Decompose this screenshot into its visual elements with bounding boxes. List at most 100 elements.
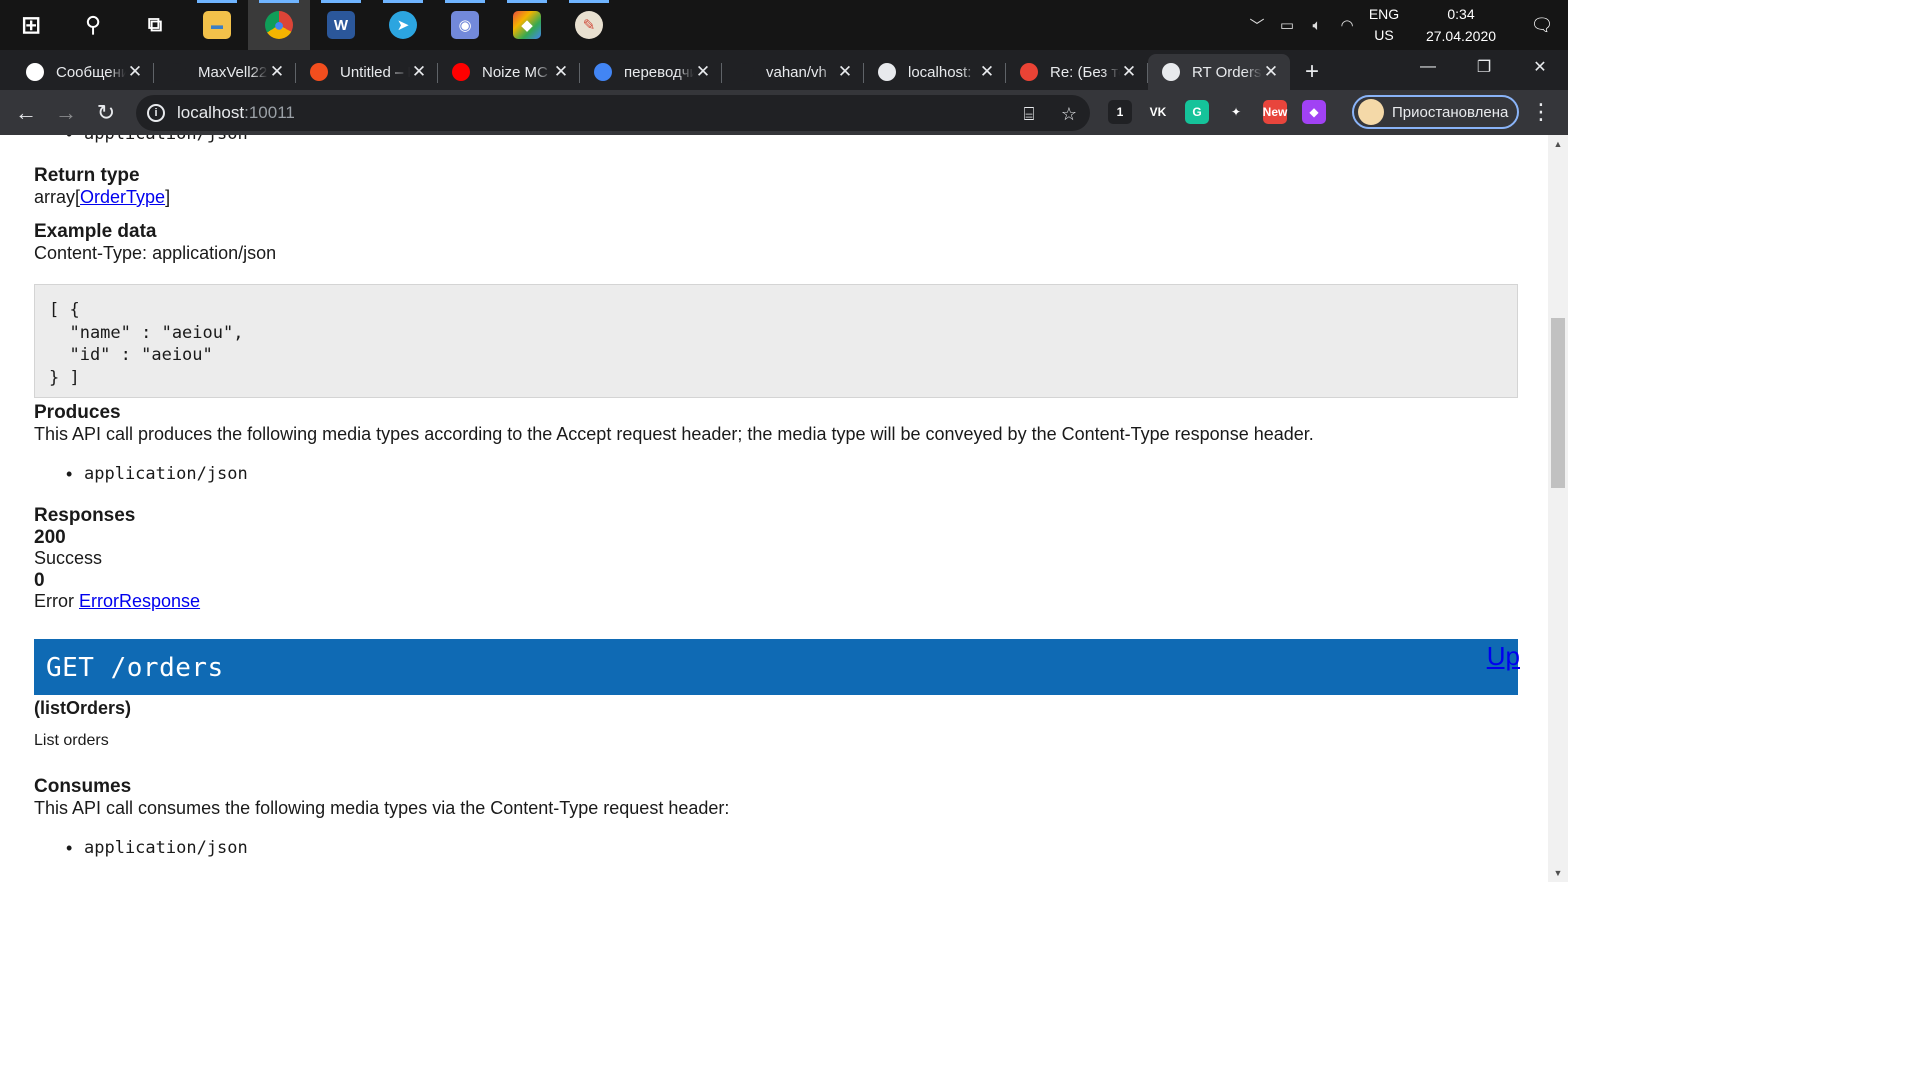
translate-icon[interactable]: ⌸ xyxy=(1018,103,1040,125)
browser-tab[interactable]: vahan/vh ✕ xyxy=(722,54,864,90)
taskbar-git[interactable]: ◆ xyxy=(496,0,558,50)
browser-tab[interactable]: переводчик✕ xyxy=(580,54,722,90)
favicon-icon xyxy=(26,63,44,81)
taskbar-search-button[interactable]: ⚲ xyxy=(62,0,124,50)
maximize-button[interactable]: ❐ xyxy=(1456,50,1512,84)
favicon-icon xyxy=(1020,63,1038,81)
responses-heading: Responses xyxy=(34,505,136,526)
return-type-value: array[OrderType] xyxy=(34,187,170,208)
taskbar-telegram[interactable]: ➤ xyxy=(372,0,434,50)
chevron-up-icon[interactable]: ﹀ xyxy=(1242,15,1272,36)
close-tab-icon[interactable]: ✕ xyxy=(1262,62,1280,82)
clock-date: 27.04.2020 xyxy=(1425,28,1497,44)
profile-label: Приостановлена xyxy=(1392,103,1509,121)
browser-tab[interactable]: localhost: ✕ xyxy=(864,54,1006,90)
taskbar-discord[interactable]: ◉ xyxy=(434,0,496,50)
favicon-icon xyxy=(452,63,470,81)
order-type-link[interactable]: OrderType xyxy=(80,187,165,207)
error-response-link[interactable]: ErrorResponse xyxy=(79,591,200,611)
notifications-icon[interactable]: 🗨︎ xyxy=(1516,15,1568,36)
tab-title: Re: (Без темы) xyxy=(1050,63,1120,81)
up-link[interactable]: Up xyxy=(1487,641,1520,672)
close-tab-icon[interactable]: ✕ xyxy=(268,62,286,82)
list-item: application/json xyxy=(66,838,248,859)
browser-tab[interactable]: RT Orders ✕ xyxy=(1148,54,1290,90)
close-tab-icon[interactable]: ✕ xyxy=(836,62,854,82)
tab-title: vahan/vh xyxy=(766,63,827,81)
list-item: application/json xyxy=(66,135,248,145)
reload-button[interactable]: ↻ xyxy=(86,93,126,133)
clock-time: 0:34 xyxy=(1447,6,1475,22)
close-tab-icon[interactable]: ✕ xyxy=(410,62,428,82)
example-data-heading: Example data xyxy=(34,221,157,242)
response-200-description: Success xyxy=(34,548,103,568)
scrollbar-thumb[interactable] xyxy=(1551,318,1565,488)
browser-tab[interactable]: Сообщения✕ xyxy=(12,54,154,90)
purple-extension-icon[interactable]: ◆ xyxy=(1302,100,1326,124)
clock[interactable]: 0:34 27.04.2020 xyxy=(1406,3,1516,47)
operation-header-bar: GET /orders Up xyxy=(34,639,1520,695)
tab-title: переводчик xyxy=(624,63,694,81)
consumes-heading: Consumes xyxy=(34,776,132,797)
close-tab-icon[interactable]: ✕ xyxy=(694,62,712,82)
close-tab-icon[interactable]: ✕ xyxy=(552,62,570,82)
back-button[interactable]: ← xyxy=(6,93,46,133)
wifi-icon[interactable]: ◠ xyxy=(1332,16,1362,34)
browser-toolbar: ← → ↻ i localhost:10011 ⌸ ☆ 1 VK G ✦ New ◆ Пр… xyxy=(0,90,1568,135)
produces-description: This API call produces the following med… xyxy=(34,424,1314,444)
word-icon: W xyxy=(327,11,355,39)
browser-tab[interactable]: Re: (Без темы)✕ xyxy=(1006,54,1148,90)
minimize-button[interactable]: — xyxy=(1400,50,1456,84)
window-controls: — ❐ ✕ xyxy=(1400,50,1568,84)
return-type-heading: Return type xyxy=(34,165,140,186)
return-type-prefix: array[ xyxy=(34,187,81,207)
forward-button[interactable]: → xyxy=(46,93,86,133)
response-code-0: 0 xyxy=(34,570,45,591)
example-code-block: [ { "name" : "aeiou", "id" : "aeiou" } ] xyxy=(34,284,1518,398)
tab-title: MaxVell22 xyxy=(198,63,268,81)
browser-tab[interactable]: MaxVell22 ✕ xyxy=(154,54,296,90)
language-indicator[interactable]: ENG US xyxy=(1362,4,1406,46)
browser-tab[interactable]: Noize MC ✕ xyxy=(438,54,580,90)
operation-title: GET /orders xyxy=(46,653,224,683)
scroll-up-arrow[interactable]: ▲ xyxy=(1548,135,1568,153)
page-viewport: application/json Return type array[Order… xyxy=(0,135,1548,882)
new-extension-icon[interactable]: New xyxy=(1263,100,1287,124)
cube-extension-icon[interactable]: 1 xyxy=(1108,100,1132,124)
close-tab-icon[interactable]: ✕ xyxy=(126,62,144,82)
scroll-down-arrow[interactable]: ▼ xyxy=(1548,864,1568,882)
vk-extension-icon[interactable]: VK xyxy=(1146,100,1170,124)
profile-button[interactable]: Приостановлена xyxy=(1352,95,1519,129)
page-scrollbar[interactable]: ▲ ▼ xyxy=(1548,135,1568,882)
start-button[interactable]: ⊞ xyxy=(0,0,62,50)
taskbar-chrome[interactable]: ● xyxy=(248,0,310,50)
battery-icon[interactable]: ▭ xyxy=(1272,16,1302,34)
close-tab-icon[interactable]: ✕ xyxy=(1120,62,1138,82)
close-window-button[interactable]: ✕ xyxy=(1512,50,1568,84)
favicon-icon xyxy=(310,63,328,81)
discord-icon: ◉ xyxy=(451,11,479,39)
task-view-button[interactable]: ⧉ xyxy=(124,0,186,50)
taskbar-file-explorer[interactable]: ▬ xyxy=(186,0,248,50)
bookmark-star-icon[interactable]: ☆ xyxy=(1058,103,1080,125)
tab-title: Untitled – Figma xyxy=(340,63,410,81)
more-menu-icon[interactable]: ⋮ xyxy=(1528,98,1554,126)
url-host: localhost xyxy=(177,103,245,122)
system-tray: ﹀ ▭ 🔈︎ ◠ ENG US 0:34 27.04.2020 🗨︎ xyxy=(1242,0,1568,50)
taskbar-word[interactable]: W xyxy=(310,0,372,50)
telegram-icon: ➤ xyxy=(389,11,417,39)
favicon-icon xyxy=(168,63,186,81)
color-extension-icon[interactable]: ✦ xyxy=(1224,100,1248,124)
taskbar-paint[interactable]: ✎ xyxy=(558,0,620,50)
operation-description: List orders xyxy=(34,732,109,749)
browser-tab[interactable]: Untitled – Figma✕ xyxy=(296,54,438,90)
close-tab-icon[interactable]: ✕ xyxy=(978,62,996,82)
operation-id: (listOrders) xyxy=(34,698,132,718)
favicon-icon xyxy=(1162,63,1180,81)
new-tab-button[interactable]: + xyxy=(1290,54,1334,90)
volume-icon[interactable]: 🔈︎ xyxy=(1302,17,1332,34)
site-info-icon[interactable]: i xyxy=(147,104,165,122)
response-code-200: 200 xyxy=(34,527,66,548)
grammarly-extension-icon[interactable]: G xyxy=(1185,100,1209,124)
address-bar[interactable]: i localhost:10011 ⌸ ☆ xyxy=(136,95,1090,131)
